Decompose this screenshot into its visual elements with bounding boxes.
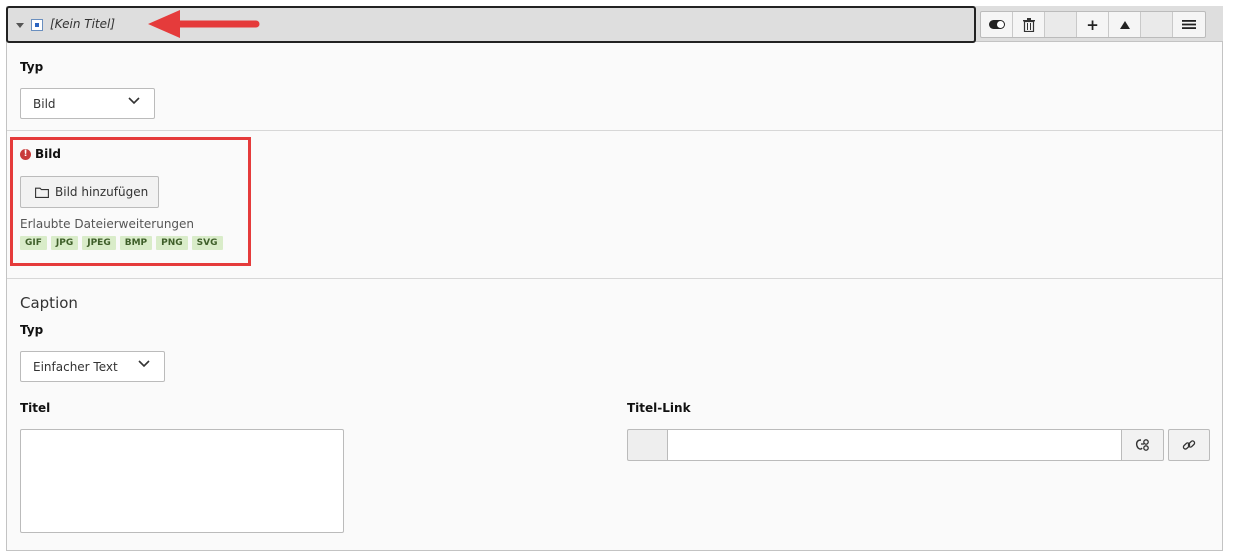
caption-typ-select[interactable]: Einfacher Text (20, 351, 165, 382)
caret-up-icon (1119, 20, 1130, 29)
record-toolbar-left: + (980, 11, 1206, 38)
collapse-caret-icon[interactable] (16, 23, 24, 28)
extension-badge: BMP (119, 236, 153, 250)
section-divider (7, 278, 1222, 279)
titel-link-input[interactable] (667, 429, 1122, 461)
plus-icon: + (1086, 15, 1099, 34)
add-image-button-label: Bild hinzufügen (55, 185, 149, 199)
unlink-icon (1135, 439, 1149, 451)
caption-typ-label: Typ (20, 323, 44, 337)
clear-link-button[interactable] (1122, 429, 1164, 461)
titel-link-label: Titel-Link (627, 401, 691, 415)
toolbar-spacer (1045, 12, 1077, 37)
record-title: [Kein Titel] (50, 17, 116, 31)
extension-badge: SVG (191, 236, 223, 250)
add-image-button[interactable]: Bild hinzufügen (20, 176, 159, 208)
content-element-icon (31, 19, 43, 31)
section-divider (7, 130, 1222, 131)
typ-select[interactable]: Bild (20, 88, 155, 119)
bild-label: Bild (35, 147, 61, 161)
extension-badge: JPEG (82, 236, 116, 250)
hamburger-icon (1182, 20, 1196, 29)
link-type-prefix (627, 429, 667, 461)
link-icon (1182, 440, 1196, 450)
extension-badge: GIF (20, 236, 47, 250)
titel-textarea[interactable] (20, 429, 344, 533)
trash-icon (1022, 17, 1035, 32)
chevron-down-icon (128, 97, 140, 105)
delete-button[interactable] (1013, 12, 1045, 37)
exclamation-circle-icon: ! (20, 149, 31, 160)
link-browser-button[interactable] (1168, 429, 1210, 461)
annotation-arrow (148, 10, 260, 38)
add-below-button[interactable]: + (1077, 12, 1109, 37)
caption-typ-select-value: Einfacher Text (33, 359, 118, 374)
allowed-extensions-label: Erlaubte Dateierweiterungen (20, 217, 195, 231)
caption-heading: Caption (20, 294, 78, 312)
extension-badge: PNG (156, 236, 188, 250)
drag-handle-button[interactable] (1173, 12, 1205, 37)
toggle-icon (988, 20, 1005, 29)
allowed-extensions-list: GIF JPG JPEG BMP PNG SVG (20, 236, 223, 250)
titel-label: Titel (20, 401, 51, 415)
move-up-button[interactable] (1109, 12, 1141, 37)
titel-link-field (627, 429, 1164, 461)
folder-icon (35, 187, 49, 198)
toggle-visibility-button[interactable] (981, 12, 1013, 37)
toolbar-spacer (1141, 12, 1173, 37)
chevron-down-icon (138, 360, 150, 368)
extension-badge: JPG (50, 236, 79, 250)
typ-label: Typ (20, 60, 44, 74)
typ-select-value: Bild (33, 96, 56, 111)
